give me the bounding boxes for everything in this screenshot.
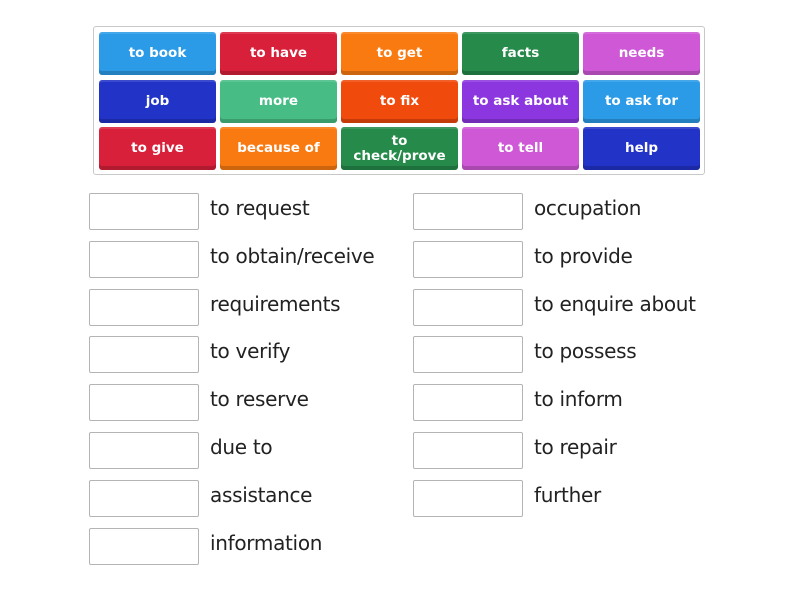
tile-label: more (258, 93, 299, 109)
tile-label: to fix (379, 93, 420, 109)
target-label: to provide (534, 244, 633, 268)
target-label: to inform (534, 387, 623, 411)
target-label: to possess (534, 339, 637, 363)
drop-zone[interactable] (413, 336, 523, 373)
tile-label: to book (128, 45, 187, 61)
drop-zone[interactable] (413, 432, 523, 469)
tile-label: to have (249, 45, 308, 61)
target-label: to enquire about (534, 292, 696, 316)
tile-label: to check/prove (353, 132, 446, 164)
target-label: to reserve (210, 387, 309, 411)
tile-label: to tell (497, 140, 544, 156)
tile-to-ask-about[interactable]: to ask about (462, 80, 579, 123)
tile-to-ask-for[interactable]: to ask for (583, 80, 700, 123)
drop-zone[interactable] (89, 336, 199, 373)
target-label: requirements (210, 292, 341, 316)
target-label: further (534, 483, 601, 507)
tile-to-book[interactable]: to book (99, 32, 216, 75)
drop-zone[interactable] (413, 289, 523, 326)
tile-label: job (145, 93, 170, 109)
drop-zone[interactable] (89, 193, 199, 230)
tile-to-tell[interactable]: to tell (462, 127, 579, 170)
target-label: occupation (534, 196, 642, 220)
tile-label: to give (131, 140, 184, 156)
drop-zone[interactable] (413, 480, 523, 517)
tile-label: help (624, 140, 659, 156)
tile-to-have[interactable]: to have (220, 32, 337, 75)
tile-job[interactable]: job (99, 80, 216, 123)
tile-label: because of (237, 140, 320, 156)
target-label: information (210, 531, 323, 555)
tile-label: facts (501, 45, 540, 61)
target-label: assistance (210, 483, 313, 507)
tile-label: to ask for (604, 93, 679, 109)
tile-more[interactable]: more (220, 80, 337, 123)
drop-zone[interactable] (413, 241, 523, 278)
drop-zone[interactable] (413, 384, 523, 421)
tile-bank: to book to have to get facts needs job m… (93, 26, 705, 175)
drop-zone[interactable] (89, 480, 199, 517)
target-label: to verify (210, 339, 291, 363)
drop-zone[interactable] (89, 289, 199, 326)
tile-to-fix[interactable]: to fix (341, 80, 458, 123)
target-label: due to (210, 435, 273, 459)
tile-label: to get (376, 45, 423, 61)
drop-zone[interactable] (413, 193, 523, 230)
tile-because-of[interactable]: because of (220, 127, 337, 170)
drop-zone[interactable] (89, 384, 199, 421)
target-label: to request (210, 196, 310, 220)
tile-help[interactable]: help (583, 127, 700, 170)
tile-facts[interactable]: facts (462, 32, 579, 75)
target-label: to repair (534, 435, 617, 459)
tile-to-check-prove[interactable]: to check/prove (341, 127, 458, 170)
drop-zone[interactable] (89, 528, 199, 565)
tile-to-get[interactable]: to get (341, 32, 458, 75)
drop-zone[interactable] (89, 432, 199, 469)
target-label: to obtain/receive (210, 244, 375, 268)
tile-label: needs (618, 45, 665, 61)
drop-zone[interactable] (89, 241, 199, 278)
tile-to-give[interactable]: to give (99, 127, 216, 170)
tile-label: to ask about (472, 93, 569, 109)
tile-needs[interactable]: needs (583, 32, 700, 75)
